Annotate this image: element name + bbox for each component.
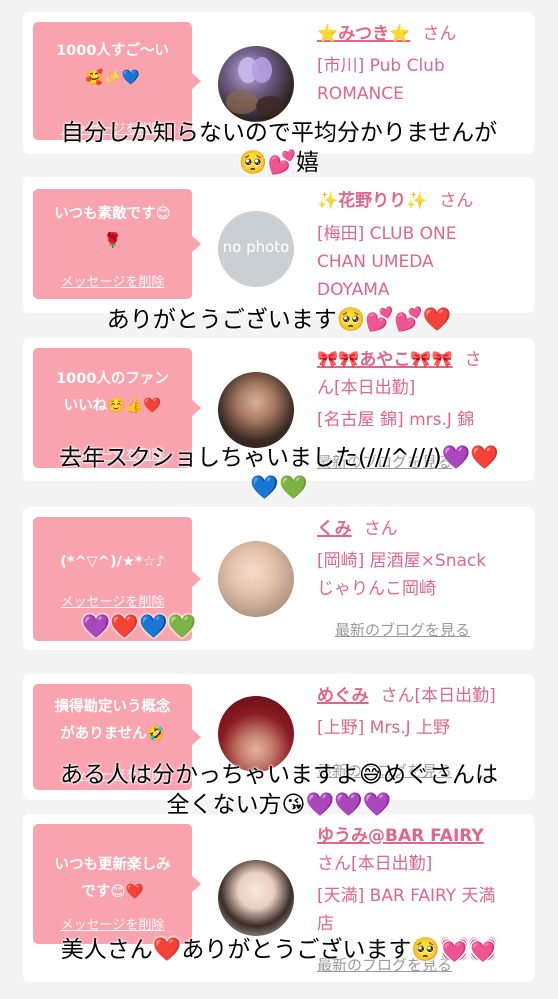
shop-name: [市川] Pub Club ROMANCE bbox=[317, 56, 445, 104]
overlay-caption: 美人さん❤️ありがとうございます🥺💓💓 bbox=[60, 937, 498, 963]
shop-name: [岡崎] 居酒屋×Snack じゃりんこ岡崎 bbox=[317, 551, 487, 599]
butterfly-icon bbox=[226, 57, 284, 116]
user-name[interactable]: 🎀🎀あやこ🎀🎀 さ bbox=[317, 346, 523, 374]
overlay-caption: 去年スクショしちゃいました(///^///)💜❤️ 💙💚 bbox=[59, 445, 499, 501]
overlay-caption: ありがとうございます🥺💕💕❤️ bbox=[106, 307, 452, 333]
status-text: さん[本日出勤] bbox=[317, 854, 433, 874]
avatar[interactable] bbox=[218, 541, 294, 617]
overlay-caption: ある人は分かっちゃいますよ😅めぐさんは 全くない方😘💜💜💜 bbox=[60, 762, 498, 818]
status-text: ん[本日出勤] bbox=[317, 378, 416, 398]
message-bubble: いつも更新楽しみ です😊❤️ メッセージを削除 bbox=[33, 824, 201, 944]
message-text: 1000人すご〜い 🥰✨💙 bbox=[56, 43, 169, 86]
user-name[interactable]: めぐみ さん[本日出勤] bbox=[317, 682, 523, 710]
shop-name: [梅田] CLUB ONE CHAN UMEDA DOYAMA bbox=[317, 224, 457, 300]
message-text: 損得勘定いう概念 がありません🤣 bbox=[54, 699, 171, 742]
message-text: (*^▽^)/★*☆♪ bbox=[60, 554, 165, 570]
user-name[interactable]: くみ さん bbox=[317, 515, 523, 543]
user-name[interactable]: ⭐みつき⭐ さん bbox=[317, 20, 523, 48]
message-card: いつも素敵です😊 🌹 メッセージを削除 no photo ✨花野りり✨ さん [梅… bbox=[23, 177, 534, 313]
overlay-caption: 自分しか知らないので平均分かりませんが 🥺💕嬉 bbox=[60, 120, 498, 176]
avatar[interactable]: no photo bbox=[218, 211, 294, 287]
delete-message-link[interactable]: メッセージを削除 bbox=[33, 271, 192, 290]
user-name[interactable]: ゆうみ@BAR FAIRY bbox=[317, 822, 523, 850]
message-text: いつも更新楽しみ です😊❤️ bbox=[54, 857, 171, 900]
delete-message-link[interactable]: メッセージを削除 bbox=[33, 914, 192, 933]
message-text: いつも素敵です😊 🌹 bbox=[54, 206, 171, 249]
shop-name: [天満] BAR FAIRY 天満 店 bbox=[317, 886, 496, 934]
avatar[interactable] bbox=[218, 46, 294, 122]
message-text: 1000人のファン いいね☺️👍❤️ bbox=[56, 371, 169, 414]
avatar[interactable] bbox=[218, 372, 294, 448]
avatar[interactable] bbox=[218, 860, 294, 936]
shop-name: [名古屋 錦] mrs.J 錦 bbox=[317, 410, 475, 430]
no-photo-label: no photo bbox=[222, 238, 290, 256]
shop-name: [上野] Mrs.J 上野 bbox=[317, 718, 451, 738]
user-name[interactable]: ✨花野りり✨ さん bbox=[317, 187, 523, 215]
message-bubble: いつも素敵です😊 🌹 メッセージを削除 bbox=[33, 189, 201, 299]
overlay-caption: 💜❤️💙💚 bbox=[81, 614, 197, 640]
delete-message-link[interactable]: メッセージを削除 bbox=[33, 591, 192, 610]
